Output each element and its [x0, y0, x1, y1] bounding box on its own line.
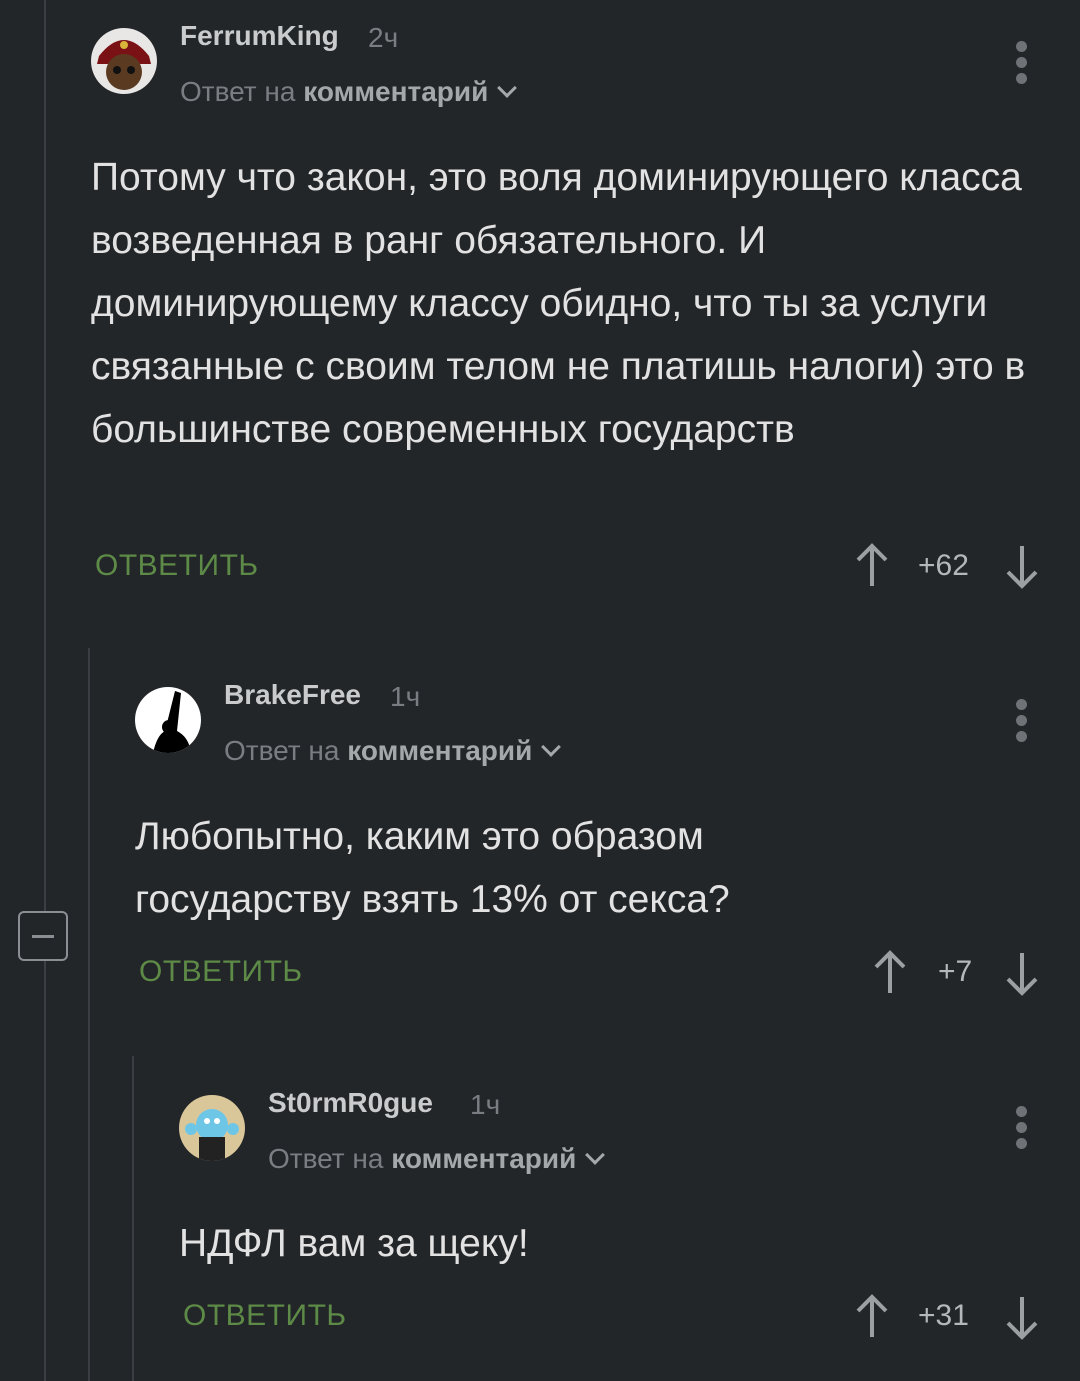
more-vertical-icon[interactable]: [1016, 699, 1028, 747]
avatar[interactable]: [179, 1095, 245, 1161]
avatar[interactable]: [135, 687, 201, 753]
chevron-down-icon: [585, 1145, 606, 1165]
reply-to-link[interactable]: Ответ на комментарий: [180, 76, 518, 108]
arrow-down-icon[interactable]: [1004, 542, 1040, 590]
vote-score: +31: [918, 1299, 969, 1332]
reply-button[interactable]: ОТВЕТИТЬ: [183, 1299, 347, 1333]
thread-line-level-2: [88, 648, 90, 1381]
thread-line-level-3: [132, 1056, 134, 1381]
timestamp: 1ч: [390, 681, 421, 712]
comment-text: Любопытно, каким это образом государству…: [135, 815, 730, 921]
arrow-up-icon[interactable]: [854, 1293, 890, 1341]
timestamp: 1ч: [470, 1089, 501, 1120]
comment-text: Потому что закон, это воля доминирующего…: [91, 156, 1026, 451]
arrow-up-icon[interactable]: [872, 949, 908, 997]
arrow-up-icon[interactable]: [854, 542, 890, 590]
more-vertical-icon[interactable]: [1016, 41, 1028, 89]
comment-text: НДФЛ вам за щеку!: [179, 1222, 529, 1265]
username[interactable]: St0rmR0gue: [268, 1087, 433, 1119]
chevron-down-icon: [497, 78, 518, 98]
arrow-down-icon[interactable]: [1004, 1293, 1040, 1341]
reply-to-target: комментарий: [347, 735, 533, 766]
vote-score: +62: [918, 549, 969, 582]
arrow-down-icon[interactable]: [1004, 949, 1040, 997]
chevron-down-icon: [541, 737, 562, 757]
reply-to-prefix: Ответ на: [268, 1143, 384, 1174]
avatar[interactable]: [91, 28, 157, 94]
username[interactable]: BrakeFree: [224, 679, 361, 711]
reply-to-link[interactable]: Ответ на комментарий: [268, 1143, 606, 1175]
username[interactable]: FerrumKing: [180, 20, 339, 52]
reply-to-link[interactable]: Ответ на комментарий: [224, 735, 562, 767]
collapse-minus-icon[interactable]: [18, 911, 68, 961]
reply-to-target: комментарий: [391, 1143, 577, 1174]
thread-line-level-1: [44, 0, 46, 1381]
reply-to-target: комментарий: [303, 76, 489, 107]
timestamp: 2ч: [368, 22, 399, 53]
reply-button[interactable]: ОТВЕТИТЬ: [139, 955, 303, 989]
reply-to-prefix: Ответ на: [180, 76, 296, 107]
more-vertical-icon[interactable]: [1016, 1106, 1028, 1154]
vote-score: +7: [938, 955, 973, 988]
reply-button[interactable]: ОТВЕТИТЬ: [95, 549, 259, 583]
reply-to-prefix: Ответ на: [224, 735, 340, 766]
